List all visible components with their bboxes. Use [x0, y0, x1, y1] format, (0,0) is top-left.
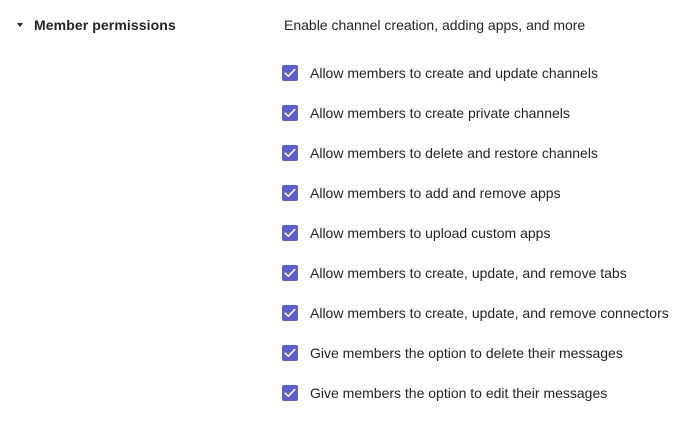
option-create-private-channels[interactable]: Allow members to create private channels [282, 102, 677, 124]
option-label: Allow members to create private channels [310, 105, 570, 121]
option-delete-restore-channels[interactable]: Allow members to delete and restore chan… [282, 142, 677, 164]
checkbox-checked-icon[interactable] [282, 305, 298, 321]
option-edit-messages[interactable]: Give members the option to edit their me… [282, 382, 677, 404]
checkbox-checked-icon[interactable] [282, 385, 298, 401]
option-label: Allow members to create and update chann… [310, 65, 598, 81]
section-description: Enable channel creation, adding apps, an… [284, 17, 586, 33]
option-add-remove-apps[interactable]: Allow members to add and remove apps [282, 182, 677, 204]
option-delete-messages[interactable]: Give members the option to delete their … [282, 342, 677, 364]
option-manage-connectors[interactable]: Allow members to create, update, and rem… [282, 302, 677, 324]
checkbox-checked-icon[interactable] [282, 185, 298, 201]
option-create-update-channels[interactable]: Allow members to create and update chann… [282, 62, 677, 84]
option-label: Allow members to add and remove apps [310, 185, 561, 201]
option-upload-custom-apps[interactable]: Allow members to upload custom apps [282, 222, 677, 244]
checkbox-checked-icon[interactable] [282, 345, 298, 361]
caret-down-icon [17, 23, 23, 27]
option-label: Allow members to delete and restore chan… [310, 145, 598, 161]
option-label: Allow members to create, update, and rem… [310, 305, 669, 321]
option-label: Give members the option to edit their me… [310, 385, 608, 401]
option-manage-tabs[interactable]: Allow members to create, update, and rem… [282, 262, 677, 284]
checkbox-checked-icon[interactable] [282, 105, 298, 121]
option-label: Allow members to upload custom apps [310, 225, 551, 241]
member-permissions-toggle[interactable]: Member permissions [14, 14, 176, 36]
checkbox-checked-icon[interactable] [282, 225, 298, 241]
checkbox-checked-icon[interactable] [282, 265, 298, 281]
checkbox-checked-icon[interactable] [282, 145, 298, 161]
permission-options-list: Allow members to create and update chann… [282, 62, 677, 422]
option-label: Allow members to create, update, and rem… [310, 265, 627, 281]
checkbox-checked-icon[interactable] [282, 65, 298, 81]
option-label: Give members the option to delete their … [310, 345, 623, 361]
section-title: Member permissions [34, 17, 176, 33]
